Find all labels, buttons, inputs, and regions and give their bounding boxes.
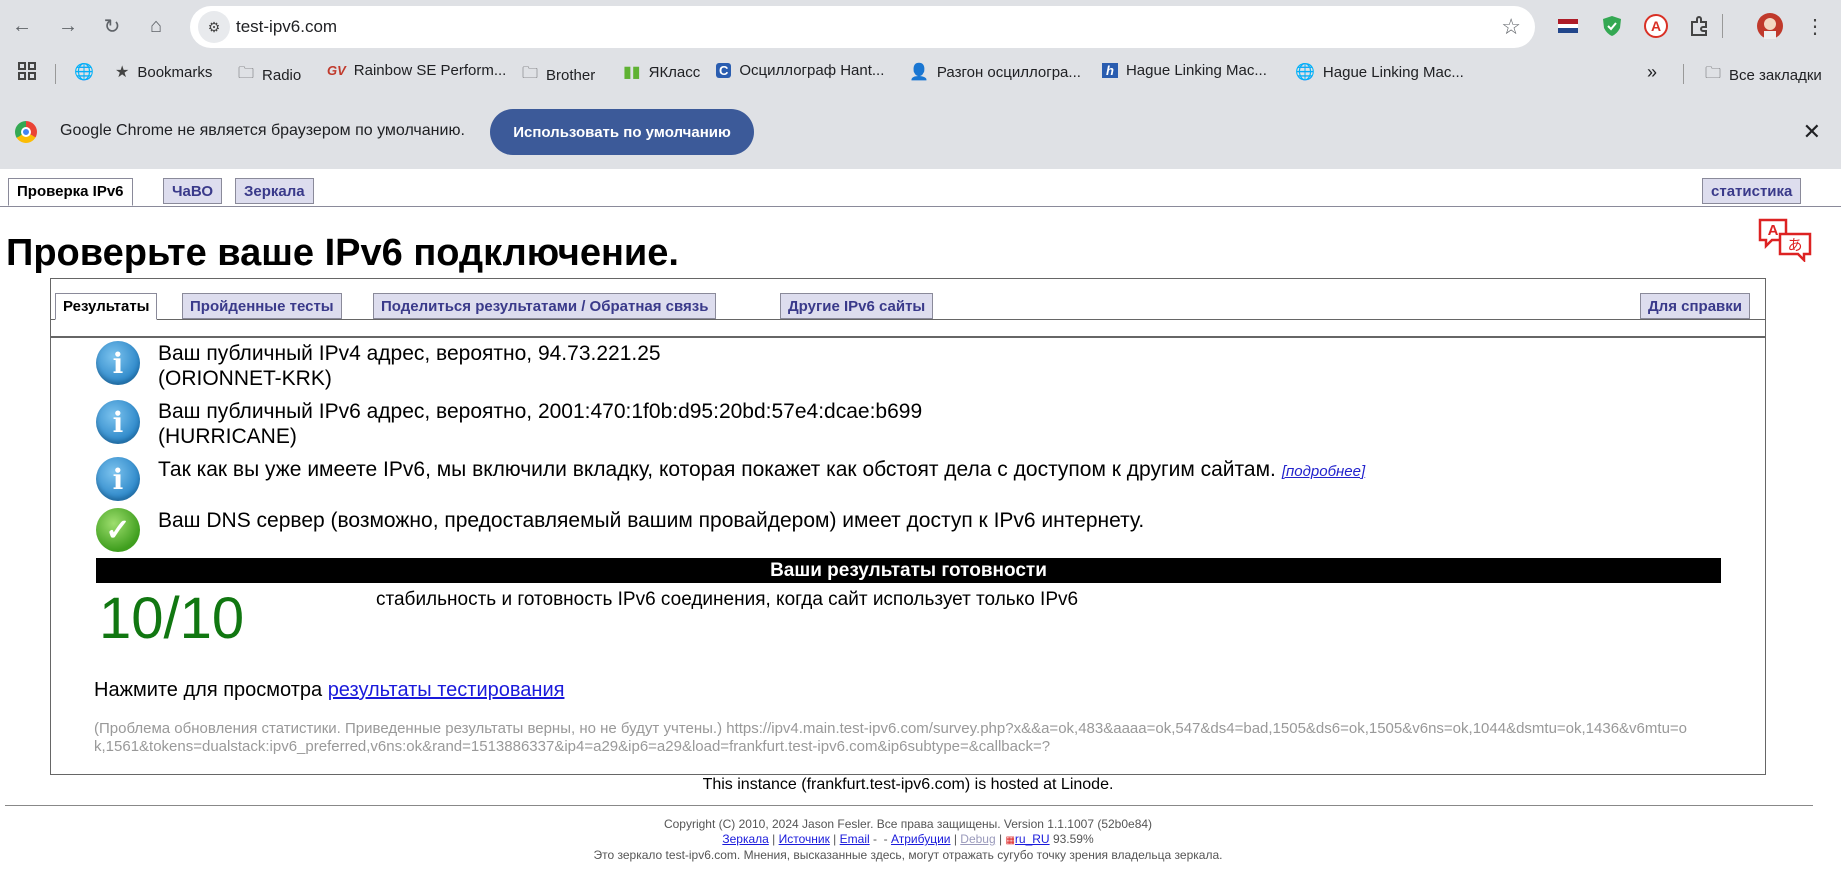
copyright-text: Copyright (C) 2010, 2024 Jason Fesler. В…: [663, 817, 1153, 831]
footer-link-locale[interactable]: ru_RU: [1015, 832, 1050, 846]
chrome-logo-icon: [15, 121, 37, 143]
hosted-notice: This instance (frankfurt.test-ipv6.com) …: [702, 776, 1114, 793]
apps-grid-icon[interactable]: [18, 62, 36, 80]
bookmark-item[interactable]: h Hague Linking Mac...: [1102, 62, 1267, 79]
menu-kebab-icon[interactable]: ⋮: [1801, 12, 1829, 40]
footer: Copyright (C) 2010, 2024 Jason Fesler. В…: [0, 817, 1816, 863]
folder-icon: 🗀: [238, 65, 255, 82]
bookmark-item[interactable]: ▮▮ ЯКласс: [623, 62, 700, 82]
bookmark-item[interactable]: 👤 Разгон осциллогра...: [909, 62, 1081, 82]
bookmark-item[interactable]: C Осциллограф Hant...: [716, 62, 884, 79]
divider: [5, 805, 1813, 806]
bookmark-item[interactable]: 🗀 Radio: [238, 62, 301, 89]
info-icon: i: [96, 457, 140, 501]
extensions-puzzle-icon[interactable]: [1686, 12, 1714, 40]
all-bookmarks[interactable]: 🗀 Все закладки: [1705, 62, 1822, 89]
adblock-extension-icon[interactable]: A: [1642, 12, 1670, 40]
svg-text:A: A: [1768, 222, 1779, 239]
footer-link-source[interactable]: Источник: [779, 832, 830, 846]
back-arrow-icon[interactable]: ←: [6, 10, 38, 42]
survey-note: (Проблема обновления статистики. Приведе…: [94, 720, 1688, 755]
ipv6-isp-text: (HURRICANE): [158, 425, 297, 448]
netherlands-flag-extension-icon[interactable]: [1554, 12, 1582, 40]
tab-mirrors[interactable]: Зеркала: [235, 178, 314, 204]
profile-avatar[interactable]: [1756, 12, 1784, 40]
bookmark-item[interactable]: GV Rainbow SE Perform...: [327, 62, 506, 79]
site-settings-icon[interactable]: ⚙: [198, 11, 230, 43]
gv-icon: GV: [327, 63, 346, 78]
footer-link-attributions[interactable]: Атрибуции: [891, 832, 951, 846]
score-value: 10/10: [99, 586, 245, 651]
tab-tests-run[interactable]: Пройденные тесты: [182, 293, 342, 319]
divider: [51, 336, 1765, 338]
yaklass-icon: ▮▮: [623, 64, 641, 81]
locale-percent: 93.59%: [1052, 832, 1094, 846]
site-tabs: Проверка IPv6 ЧаВО Зеркала статистика: [0, 178, 1841, 207]
tab-for-help[interactable]: Для справки: [1640, 293, 1750, 319]
star-icon: ★: [115, 64, 130, 81]
svg-text:あ: あ: [1787, 236, 1802, 254]
bookmarks-bar: 🌐 ★ Bookmarks 🗀 Radio GV Rainbow SE Perform…: [0, 52, 1841, 95]
tab-results[interactable]: Результаты: [55, 293, 158, 320]
ipv6-address-text: Ваш публичный IPv6 адрес, вероятно, 2001…: [158, 400, 923, 423]
results-panel: Результаты Пройденные тесты Поделиться р…: [50, 278, 1766, 775]
bookmark-item[interactable]: 🗀 Brother: [522, 62, 595, 89]
h-icon: h: [1102, 63, 1118, 78]
dns-text: Ваш DNS сервер (возможно, предоставляемы…: [158, 509, 1145, 532]
home-icon[interactable]: ⌂: [140, 10, 172, 42]
footer-link-debug[interactable]: Debug: [960, 832, 995, 846]
tab-stats[interactable]: статистика: [1702, 178, 1802, 204]
results-subtabs: Результаты Пройденные тесты Поделиться р…: [51, 293, 1765, 320]
reload-icon[interactable]: ↻: [96, 10, 128, 42]
tab-share-feedback[interactable]: Поделиться результатами / Обратная связь: [373, 293, 717, 319]
folder-icon: 🗀: [1705, 65, 1722, 82]
shield-extension-icon[interactable]: [1598, 12, 1626, 40]
checkmark-icon: ✓: [96, 508, 140, 552]
tab-note-text: Так как вы уже имеете IPv6, мы включили …: [158, 458, 1276, 481]
mirror-note: Это зеркало test-ipv6.com. Мнения, выска…: [593, 848, 1223, 862]
bookmark-item[interactable]: 🌐 Hague Linking Mac...: [1295, 62, 1464, 82]
browser-toolbar: ← → ↻ ⌂ ⚙ test-ipv6.com ☆ A ⋮: [0, 0, 1841, 52]
view-results: Нажмите для просмотра результаты тестиро…: [94, 679, 565, 701]
info-icon: i: [96, 341, 140, 385]
tab-faq[interactable]: ЧаВО: [163, 178, 223, 204]
svg-text:A: A: [1651, 18, 1661, 34]
bookmark-star-icon[interactable]: ☆: [1501, 14, 1521, 40]
folder-icon: 🗀: [522, 65, 539, 82]
person-icon: 👤: [909, 64, 929, 81]
footer-link-mirrors[interactable]: Зеркала: [722, 832, 768, 846]
view-results-link[interactable]: результаты тестирования: [328, 679, 565, 701]
bookmark-item[interactable]: ★ Bookmarks: [115, 62, 212, 82]
score-description: стабильность и готовность IPv6 соединени…: [376, 589, 1079, 610]
ipv4-address-text: Ваш публичный IPv4 адрес, вероятно, 94.7…: [158, 342, 661, 365]
page-title: Проверьте ваше IPv6 подключение.: [6, 232, 679, 274]
ipv4-isp-text: (ORIONNET-KRK): [158, 367, 332, 390]
address-bar[interactable]: ⚙ test-ipv6.com ☆: [190, 6, 1535, 48]
tab-ipv6-test[interactable]: Проверка IPv6: [8, 178, 133, 206]
globe-icon: 🌐: [1295, 64, 1315, 81]
translate-icon[interactable]: A あ: [1758, 218, 1814, 264]
info-icon: i: [96, 400, 140, 444]
forward-arrow-icon[interactable]: →: [52, 10, 84, 42]
infobar-message: Google Chrome не является браузером по у…: [60, 122, 465, 139]
more-bookmarks-chevron-icon[interactable]: »: [1647, 62, 1657, 83]
tab-other-ipv6-sites[interactable]: Другие IPv6 сайты: [780, 293, 934, 319]
footer-link-email[interactable]: Email: [840, 832, 870, 846]
default-browser-infobar: Google Chrome не является браузером по у…: [0, 95, 1841, 169]
more-link[interactable]: [подробнее]: [1282, 463, 1365, 480]
url-text[interactable]: test-ipv6.com: [236, 17, 337, 37]
c-icon: C: [716, 63, 732, 78]
readiness-header: Ваши результаты готовности: [96, 558, 1721, 583]
translate-icon: ▦: [1005, 835, 1015, 846]
globe-icon[interactable]: 🌐: [74, 62, 102, 82]
close-icon[interactable]: ✕: [1803, 119, 1821, 145]
set-default-button[interactable]: Использовать по умолчанию: [490, 109, 754, 155]
